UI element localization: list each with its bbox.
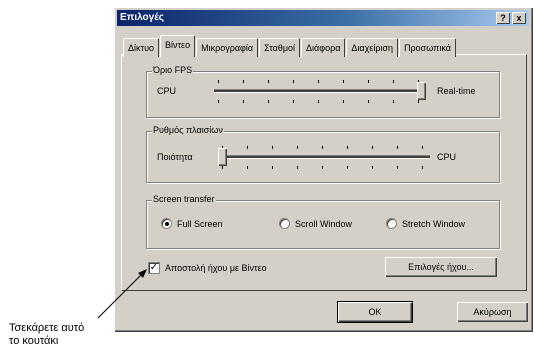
tab-video[interactable]: Βίντεο — [160, 35, 196, 57]
annotation-line-2: το κουτάκι — [9, 335, 59, 347]
annotation-line-1: Τσεκάρετε αυτό — [9, 322, 85, 334]
annotation-caption: Τσεκάρετε αυτό το κουτάκι — [9, 322, 84, 348]
annotation-arrow — [97, 269, 147, 319]
